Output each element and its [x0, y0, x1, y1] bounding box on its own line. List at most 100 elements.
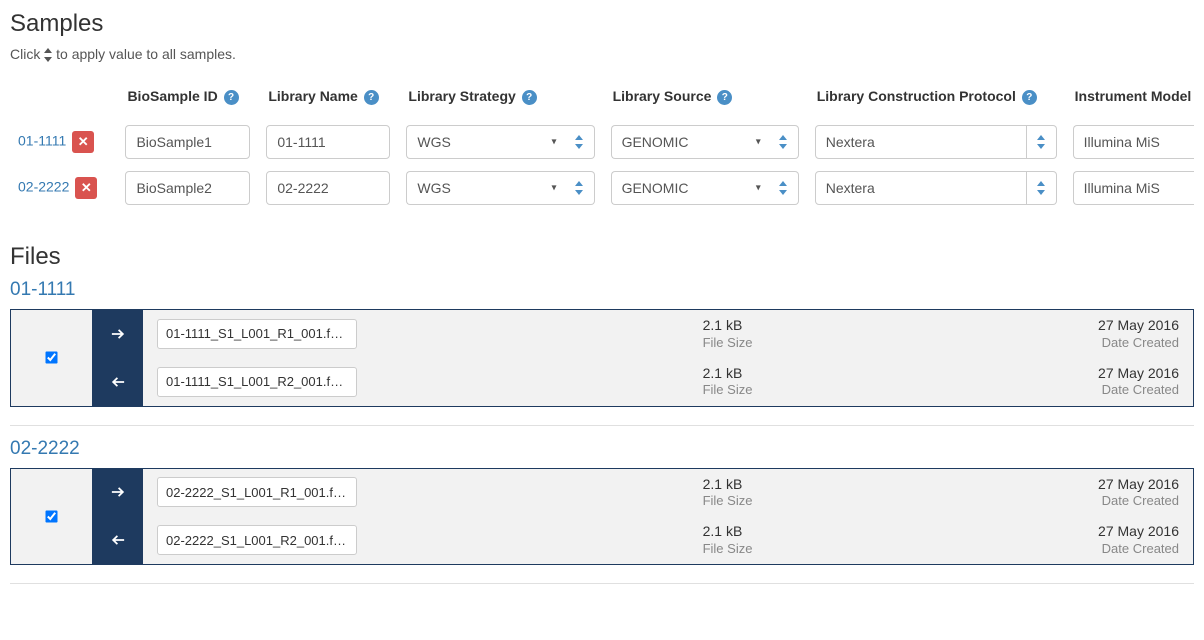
- apply-all-button[interactable]: [1027, 171, 1057, 205]
- file-date-value: 27 May 2016: [1098, 317, 1179, 335]
- file-date-value: 27 May 2016: [1098, 365, 1179, 383]
- library-strategy-select[interactable]: WGS: [406, 125, 564, 159]
- arrow-left-icon[interactable]: [93, 358, 143, 406]
- library-strategy-select[interactable]: WGS: [406, 171, 564, 205]
- remove-sample-button[interactable]: ✕: [75, 177, 97, 199]
- help-icon[interactable]: ?: [364, 90, 379, 105]
- col-instrument-model: Instrument Model ?: [1065, 80, 1194, 119]
- arrow-left-icon[interactable]: [93, 516, 143, 564]
- col-library-strategy: Library Strategy ?: [398, 80, 602, 119]
- file-size-label: File Size: [703, 335, 753, 351]
- file-size-label: File Size: [703, 493, 753, 509]
- file-date-meta: 27 May 2016 Date Created: [1098, 523, 1179, 557]
- file-size-value: 2.1 kB: [703, 476, 753, 494]
- hint-prefix: Click: [10, 46, 44, 62]
- biosample-id-input[interactable]: [125, 125, 250, 159]
- col-label: Library Construction Protocol: [817, 88, 1016, 104]
- library-name-input[interactable]: [266, 125, 390, 159]
- instrument-model-select[interactable]: Illumina MiS: [1073, 125, 1194, 159]
- instrument-model-select[interactable]: Illumina MiS: [1073, 171, 1194, 205]
- file-row: 2.1 kB File Size 27 May 2016 Date Create…: [143, 358, 1193, 406]
- library-source-select[interactable]: GENOMIC: [611, 171, 769, 205]
- apply-all-button[interactable]: [769, 125, 799, 159]
- col-label: BioSample ID: [127, 88, 217, 104]
- files-title: Files: [10, 243, 1194, 271]
- apply-all-button[interactable]: [565, 125, 595, 159]
- hint-suffix: to apply value to all samples.: [52, 46, 236, 62]
- apply-all-button[interactable]: [565, 171, 595, 205]
- help-icon[interactable]: ?: [522, 90, 537, 105]
- file-size-meta: 2.1 kB File Size: [703, 523, 753, 557]
- file-date-label: Date Created: [1098, 382, 1179, 398]
- file-date-value: 27 May 2016: [1098, 476, 1179, 494]
- file-pair-body: 2.1 kB File Size 27 May 2016 Date Create…: [143, 469, 1193, 565]
- apply-all-button[interactable]: [769, 171, 799, 205]
- filename-input[interactable]: [157, 367, 357, 397]
- col-library-source: Library Source ?: [603, 80, 807, 119]
- separator: [10, 425, 1194, 426]
- file-row: 2.1 kB File Size 27 May 2016 Date Create…: [143, 310, 1193, 358]
- file-date-label: Date Created: [1098, 541, 1179, 557]
- arrow-right-icon[interactable]: [93, 310, 143, 358]
- samples-title: Samples: [10, 10, 1194, 38]
- apply-all-button[interactable]: [1027, 125, 1057, 159]
- file-pair-checkbox[interactable]: [45, 352, 57, 364]
- sort-icon: [779, 181, 787, 195]
- library-construction-protocol-input[interactable]: [815, 171, 1027, 205]
- file-pair-arrow-cell: [93, 469, 143, 565]
- library-name-input[interactable]: [266, 171, 390, 205]
- file-pair-checkbox-cell: [11, 469, 93, 565]
- help-icon[interactable]: ?: [1022, 90, 1037, 105]
- col-label: Instrument Model: [1075, 88, 1192, 104]
- file-size-value: 2.1 kB: [703, 365, 753, 383]
- samples-hint: Click to apply value to all samples.: [10, 46, 1194, 62]
- file-date-meta: 27 May 2016 Date Created: [1098, 476, 1179, 510]
- file-size-meta: 2.1 kB File Size: [703, 317, 753, 351]
- sort-icon: [1037, 135, 1045, 149]
- filename-input[interactable]: [157, 319, 357, 349]
- col-label: Library Source: [613, 88, 712, 104]
- samples-table: BioSample ID ? Library Name ? Library St…: [10, 80, 1194, 211]
- help-icon[interactable]: ?: [224, 90, 239, 105]
- file-pair-arrow-cell: [93, 310, 143, 406]
- file-group-title[interactable]: 02-2222: [10, 438, 1194, 460]
- col-library-construction-protocol: Library Construction Protocol ?: [807, 80, 1065, 119]
- sort-icon: [575, 135, 583, 149]
- col-library-name: Library Name ?: [258, 80, 398, 119]
- col-label: Library Name: [268, 88, 357, 104]
- col-biosample-id: BioSample ID ?: [117, 80, 258, 119]
- sample-link[interactable]: 01-1111: [18, 133, 66, 149]
- file-date-label: Date Created: [1098, 493, 1179, 509]
- remove-sample-button[interactable]: ✕: [72, 131, 94, 153]
- biosample-id-input[interactable]: [125, 171, 250, 205]
- library-source-select[interactable]: GENOMIC: [611, 125, 769, 159]
- sort-icon: [1037, 181, 1045, 195]
- file-pair-block: 2.1 kB File Size 27 May 2016 Date Create…: [10, 468, 1194, 566]
- file-date-value: 27 May 2016: [1098, 523, 1179, 541]
- file-row: 2.1 kB File Size 27 May 2016 Date Create…: [143, 516, 1193, 564]
- sort-icon: [575, 181, 583, 195]
- file-row: 2.1 kB File Size 27 May 2016 Date Create…: [143, 469, 1193, 517]
- sort-icon: [779, 135, 787, 149]
- file-pair-checkbox-cell: [11, 310, 93, 406]
- filename-input[interactable]: [157, 477, 357, 507]
- file-group-title[interactable]: 01-1111: [10, 279, 1194, 301]
- file-size-value: 2.1 kB: [703, 523, 753, 541]
- arrow-right-icon[interactable]: [93, 469, 143, 517]
- file-pair-body: 2.1 kB File Size 27 May 2016 Date Create…: [143, 310, 1193, 406]
- sort-icon: [44, 48, 52, 62]
- file-size-value: 2.1 kB: [703, 317, 753, 335]
- samples-horizontal-scroll[interactable]: BioSample ID ? Library Name ? Library St…: [10, 80, 1194, 219]
- file-size-label: File Size: [703, 541, 753, 557]
- help-icon[interactable]: ?: [717, 90, 732, 105]
- file-date-meta: 27 May 2016 Date Created: [1098, 317, 1179, 351]
- separator: [10, 583, 1194, 584]
- filename-input[interactable]: [157, 525, 357, 555]
- file-pair-block: 2.1 kB File Size 27 May 2016 Date Create…: [10, 309, 1194, 407]
- library-construction-protocol-input[interactable]: [815, 125, 1027, 159]
- table-row: 02-2222 ✕ WGS GENOMIC: [10, 165, 1194, 211]
- sample-link[interactable]: 02-2222: [18, 179, 69, 195]
- file-size-meta: 2.1 kB File Size: [703, 476, 753, 510]
- file-date-label: Date Created: [1098, 335, 1179, 351]
- file-pair-checkbox[interactable]: [45, 510, 57, 522]
